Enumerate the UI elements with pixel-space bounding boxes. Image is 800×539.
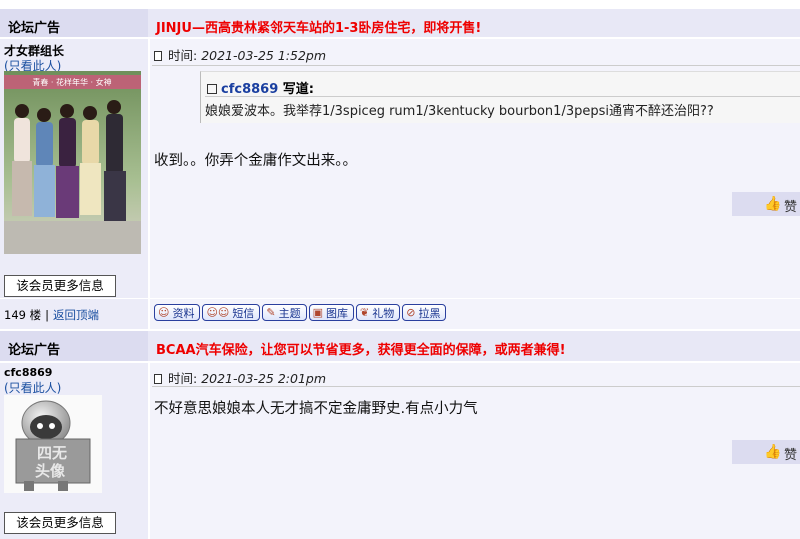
thumbs-up-icon: 👍	[764, 196, 782, 212]
quote-author[interactable]: cfc8869	[221, 82, 278, 97]
gift-button[interactable]: ❦ 礼物	[356, 304, 401, 321]
gallery-button[interactable]: ▣ 图库	[308, 304, 355, 321]
message-button[interactable]: ☺☺ 短信	[202, 304, 261, 321]
post-body: 不好意思娘娘本人无才搞不定金庸野史.有点小力气	[154, 401, 478, 417]
divider	[152, 65, 800, 66]
post-author-panel: cfc8869 (只看此人) 四无 头像 该会员更多信息	[0, 363, 148, 539]
divider	[152, 386, 800, 387]
like-label: 赞	[784, 448, 798, 463]
gift-icon: ❦	[360, 306, 370, 319]
default-avatar-icon: 四无 头像	[4, 395, 102, 493]
post-time-label: 时间:	[168, 48, 198, 63]
block-icon: ⊘	[406, 306, 416, 319]
forum-ad-label-cell: 论坛广告	[0, 331, 148, 361]
tool-label: 短信	[232, 306, 255, 320]
tool-label: 礼物	[372, 306, 395, 320]
member-more-info-button[interactable]: 该会员更多信息	[4, 275, 116, 297]
profile-button[interactable]: ☺ 资料	[154, 304, 201, 321]
post-time: 2021-03-25 2:01pm	[201, 371, 327, 386]
tool-label: 图库	[326, 306, 349, 320]
post-time-line: 时间: 2021-03-25 2:01pm	[154, 368, 326, 387]
post-author-panel: 才女群组长 (只看此人) 青春 · 花样年华 · 女神 该会员更多信息	[0, 39, 148, 298]
separator: |	[45, 308, 49, 322]
collapse-box-icon[interactable]	[207, 84, 217, 94]
post-time-label: 时间:	[168, 371, 198, 386]
author-name[interactable]: cfc8869	[4, 366, 52, 379]
topic-button[interactable]: ✎ 主题	[262, 304, 307, 321]
block-button[interactable]: ⊘ 拉黑	[402, 304, 447, 321]
avatar-placeholder-line1: 四无	[37, 444, 67, 462]
profile-icon: ☺	[158, 306, 170, 319]
thumbs-up-icon: 👍	[764, 444, 782, 460]
forum-ad-link[interactable]: BCAA汽车保险，让您可以节省更多，获得更全面的保障，或两者兼得!	[156, 339, 566, 358]
forum-ad-row: 论坛广告 BCAA汽车保险，让您可以节省更多，获得更全面的保障，或两者兼得!	[0, 330, 800, 362]
document-icon	[154, 51, 162, 61]
forum-ad-cell[interactable]: BCAA汽车保险，让您可以节省更多，获得更全面的保障，或两者兼得!	[150, 331, 800, 361]
gallery-icon: ▣	[312, 306, 324, 319]
like-button[interactable]: 👍 赞	[732, 440, 800, 464]
author-avatar: 四无 头像	[4, 395, 102, 493]
member-tools: ☺ 资料 ☺☺ 短信 ✎ 主题 ▣ 图库 ❦ 礼物 ⊘ 拉黑	[154, 304, 447, 321]
quote-header: cfc8869 写道:	[207, 78, 314, 97]
quote-block: cfc8869 写道: 娘娘爱波本。我举荐1/3spiceg rum1/3ken…	[200, 71, 800, 123]
forum-ad-label: 论坛广告	[8, 21, 61, 36]
author-avatar: 青春 · 花样年华 · 女神	[4, 71, 141, 254]
tool-label: 主题	[278, 306, 301, 320]
post-time-line: 时间: 2021-03-25 1:52pm	[154, 45, 326, 64]
avatar-placeholder-line2: 头像	[35, 462, 66, 480]
quote-suffix: 写道:	[282, 82, 314, 97]
forum-ad-label-cell: 论坛广告	[0, 9, 148, 37]
avatar-banner-text: 青春 · 花样年华 · 女神	[32, 77, 111, 87]
forum-ad-label: 论坛广告	[8, 343, 61, 358]
post-footer-tools: ☺ 资料 ☺☺ 短信 ✎ 主题 ▣ 图库 ❦ 礼物 ⊘ 拉黑	[150, 299, 800, 329]
like-button[interactable]: 👍 赞	[732, 192, 800, 216]
tool-label: 资料	[172, 306, 195, 320]
only-this-author-link[interactable]: (只看此人)	[4, 379, 61, 396]
message-icon: ☺☺	[206, 306, 230, 319]
forum-ad-row: 论坛广告 JINJU—西高贵林紧邻天车站的1-3卧房住宅，即将开售!	[0, 8, 800, 38]
back-to-top-link[interactable]: 返回顶端	[53, 308, 99, 322]
like-label: 赞	[784, 200, 798, 215]
floor-number: 149 楼	[4, 308, 42, 322]
floor-info: 149 楼 | 返回顶端	[4, 307, 99, 323]
avatar-photo-icon: 青春 · 花样年华 · 女神	[4, 71, 141, 254]
member-more-info-button[interactable]: 该会员更多信息	[4, 512, 116, 534]
post-body: 收到。。你弄个金庸作文出来。。	[154, 153, 357, 169]
document-icon	[154, 374, 162, 384]
post-time: 2021-03-25 1:52pm	[201, 48, 327, 63]
post-content-panel: 时间: 2021-03-25 2:01pm 不好意思娘娘本人无才搞不定金庸野史.…	[150, 363, 800, 539]
post-content-panel: 时间: 2021-03-25 1:52pm cfc8869 写道: 娘娘爱波本。…	[150, 39, 800, 298]
topic-icon: ✎	[266, 306, 276, 319]
forum-ad-link[interactable]: JINJU—西高贵林紧邻天车站的1-3卧房住宅，即将开售!	[156, 17, 481, 36]
forum-ad-cell[interactable]: JINJU—西高贵林紧邻天车站的1-3卧房住宅，即将开售!	[150, 9, 800, 37]
divider	[205, 96, 800, 97]
post-footer-left: 149 楼 | 返回顶端	[0, 299, 148, 329]
quote-text: 娘娘爱波本。我举荐1/3spiceg rum1/3kentucky bourbo…	[205, 104, 714, 119]
tool-label: 拉黑	[418, 306, 441, 320]
